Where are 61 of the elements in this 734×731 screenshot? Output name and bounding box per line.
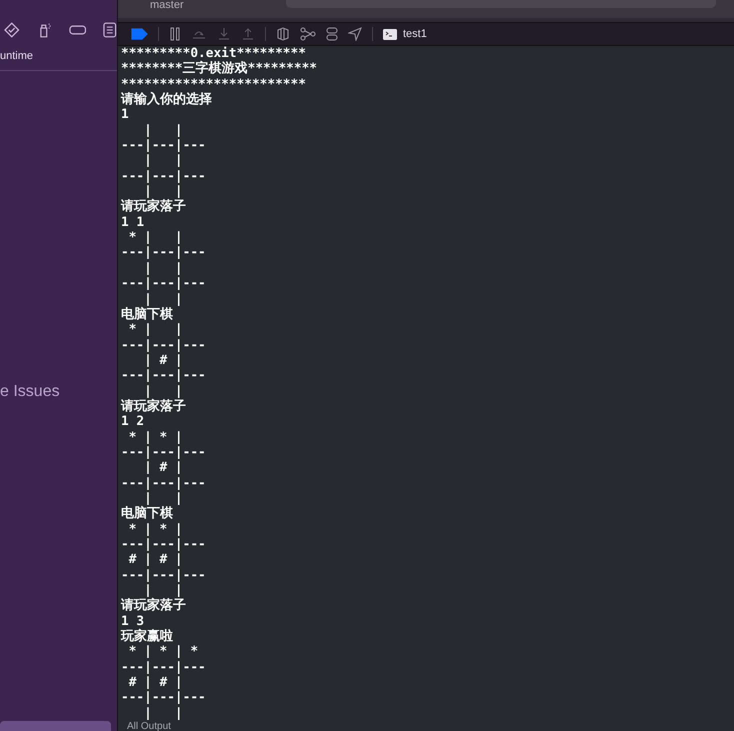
console-line: * | * | (128, 430, 184, 445)
output-filter[interactable]: All Output (121, 721, 734, 731)
console-line: 1 1 (121, 214, 146, 230)
console-line: * | | (128, 322, 184, 338)
console-line: ---|---|--- (121, 660, 207, 676)
console-line: | | (143, 706, 184, 722)
step-out-icon[interactable] (241, 27, 255, 41)
console-line: ---|---|--- (121, 245, 207, 261)
console-line: * | * | * (128, 644, 200, 660)
console-line: # | # | (128, 675, 184, 690)
console-line: ---|---|--- (121, 138, 207, 154)
console-line: * | * | (128, 522, 184, 537)
console-line: 1 (121, 107, 130, 123)
console-line: | | (143, 184, 184, 200)
console-line: 1 2 (121, 414, 146, 430)
diamond-check-icon[interactable] (4, 22, 20, 38)
console-line: ---|---|--- (121, 537, 207, 552)
console-line: | | (143, 260, 184, 276)
list-icon[interactable] (103, 22, 117, 38)
location-icon[interactable] (348, 27, 362, 41)
step-into-icon[interactable] (217, 27, 231, 41)
console-line: 电脑下棋 (121, 506, 174, 522)
console-line: ---|---|--- (121, 568, 207, 584)
terminal-icon (383, 28, 397, 40)
console-line: ---|---|--- (121, 276, 207, 292)
navigator-row[interactable]: untime (0, 38, 117, 71)
console-line: | | (143, 583, 184, 598)
branch-label: master (150, 0, 184, 11)
console-line: | # | (143, 460, 184, 476)
target-label: test1 (403, 28, 427, 40)
console-line: | | (143, 153, 184, 169)
console-line: 请玩家落子 (121, 398, 187, 414)
breakpoint-toggle-icon[interactable] (130, 28, 148, 40)
console-line: ********三字棋游戏********* (121, 61, 318, 77)
console-line: ---|---|--- (121, 338, 207, 353)
console-line: 1 3 (121, 614, 144, 629)
console-line: ---|---|--- (121, 168, 207, 184)
console-line: ---|---|--- (121, 690, 207, 706)
console-line: 玩家赢啦 (121, 629, 174, 644)
no-issues-label: e Issues (0, 383, 61, 401)
console-line: * | | (128, 230, 184, 246)
console-line: | # | (143, 352, 184, 368)
layers-icon[interactable] (276, 27, 290, 41)
console-line: ************************ (121, 76, 307, 92)
pause-icon[interactable] (169, 27, 181, 41)
console-line: *********0.exit********* (121, 46, 307, 61)
console-line: ---|---|--- (121, 368, 207, 384)
console-line: | | (144, 490, 184, 506)
console-line: ---|---|--- (121, 476, 207, 491)
console-line: 请输入你的选择 (121, 92, 213, 108)
console-line: 请玩家落子 (121, 199, 187, 215)
graph-icon[interactable] (300, 27, 316, 41)
console-line: 请玩家落子 (121, 598, 187, 614)
capsule-icon[interactable] (69, 24, 86, 36)
console-line: | | (143, 292, 184, 306)
console-line: # | # | (128, 552, 184, 568)
console-line: 电脑下棋 (121, 306, 174, 322)
console-line: | | (143, 122, 184, 138)
console-line: | | (143, 384, 184, 399)
toggles-icon[interactable] (326, 27, 338, 41)
console-line: ---|---|--- (121, 444, 207, 460)
